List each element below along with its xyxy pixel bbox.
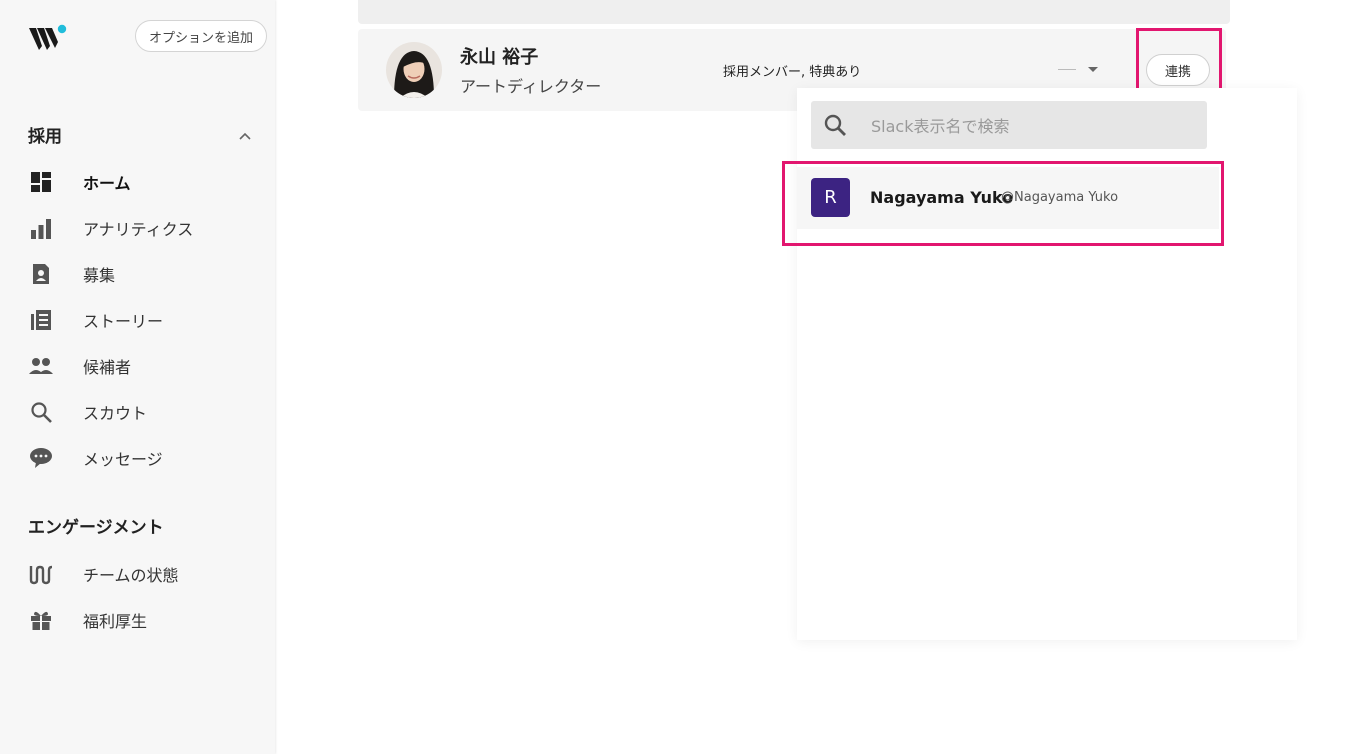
sidebar-item-stories[interactable]: ストーリー [28,302,258,338]
sidebar-item-messages[interactable]: メッセージ [28,440,258,476]
sidebar-item-label: ストーリー [83,312,164,331]
sidebar-item-analytics[interactable]: アナリティクス [28,210,258,246]
sidebar-item-recruitment[interactable]: 募集 [28,256,258,292]
member-name: 永山 裕子 [460,47,539,68]
people-icon [28,353,54,379]
sidebar-item-candidates[interactable]: 候補者 [28,348,258,384]
sidebar-item-label: 募集 [83,266,116,285]
gift-icon [28,607,54,633]
slack-search-box [811,101,1207,149]
caret-down-icon [1088,66,1098,72]
sidebar-item-scout[interactable]: スカウト [28,394,258,430]
sidebar-item-team-status[interactable]: チームの状態 [28,556,258,592]
slack-search-input[interactable] [869,113,1193,139]
engagement-section-title: エンゲージメント [28,518,164,538]
chat-bubble-icon [28,445,54,471]
previous-row-edge [358,0,1230,24]
sidebar: オプションを追加 採用 ホーム アナリティクス 募集 ストーリー 候補者 スカウ… [0,0,275,754]
sidebar-item-home[interactable]: ホーム [28,164,258,200]
sidebar-item-label: スカウト [83,404,148,423]
sidebar-item-label: チームの状態 [83,566,179,585]
chevron-up-icon[interactable] [238,128,252,142]
avatar [386,42,442,98]
add-option-button[interactable]: オプションを追加 [135,20,267,52]
recruit-section-title[interactable]: 採用 [28,122,62,147]
sidebar-item-label: メッセージ [83,450,163,469]
member-job-title: アートディレクター [460,77,602,96]
pulse-icon [28,561,54,587]
search-icon [28,399,54,425]
member-tags: 採用メンバー, 特典あり [723,65,862,80]
wantedly-logo-icon[interactable] [28,24,70,52]
sidebar-item-label: 福利厚生 [83,612,148,631]
member-select[interactable] [1058,61,1104,77]
highlight-slack-result [782,161,1224,246]
sidebar-item-label: 候補者 [83,358,132,377]
search-icon [823,113,847,137]
sidebar-item-benefits[interactable]: 福利厚生 [28,602,258,638]
sidebar-item-label: ホーム [83,174,131,193]
sidebar-item-label: アナリティクス [83,220,194,239]
badge-document-icon [28,261,54,287]
select-empty-value [1058,68,1076,70]
article-icon [28,307,54,333]
dashboard-icon [28,169,54,195]
bar-chart-icon [28,215,54,241]
